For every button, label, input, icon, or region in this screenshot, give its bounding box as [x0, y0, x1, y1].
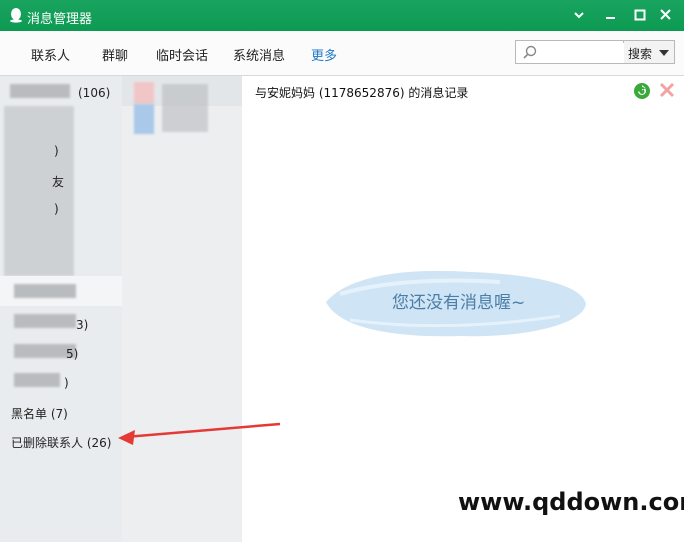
minimize-button[interactable] [602, 6, 620, 24]
contact-group[interactable]: ) [64, 376, 69, 390]
blurred-content [14, 284, 76, 298]
contact-group[interactable]: 友 [52, 173, 64, 190]
toolbar: 联系人 群聊 临时会话 系统消息 更多 搜索 [0, 31, 684, 76]
blurred-content [162, 84, 208, 132]
contact-group[interactable]: ) [54, 144, 59, 158]
contact-group[interactable]: 3) [76, 318, 88, 332]
message-record-panel: 与安妮妈妈 (1178652876) 的消息记录 您还没有消息喔~ [242, 76, 684, 542]
maximize-icon [634, 9, 646, 21]
close-button[interactable] [657, 6, 675, 24]
blurred-content [14, 373, 60, 387]
search-box[interactable] [515, 40, 624, 64]
minimize-icon [606, 17, 615, 19]
contact-group[interactable]: 5) [66, 347, 78, 361]
empty-message: 您还没有消息喔~ [392, 293, 526, 313]
watermark: www.qddown.com [458, 488, 684, 516]
dropdown-arrow-icon[interactable] [659, 50, 669, 56]
contact-group[interactable]: (106) [78, 86, 110, 100]
contact-group[interactable]: ) [54, 202, 59, 216]
blurred-content [14, 314, 76, 328]
avatar [134, 104, 154, 134]
blurred-content [10, 84, 70, 98]
refresh-icon[interactable] [633, 82, 651, 100]
window-title: 消息管理器 [27, 12, 93, 27]
search-icon [523, 45, 537, 59]
close-icon [660, 9, 671, 20]
qq-logo-icon [10, 8, 22, 23]
tab-group-chat[interactable]: 群聊 [102, 45, 128, 64]
tab-temp-chat[interactable]: 临时会话 [156, 45, 208, 64]
delete-icon[interactable] [659, 82, 675, 98]
maximize-button[interactable] [631, 6, 649, 24]
contact-group-blacklist[interactable]: 黑名单 (7) [11, 405, 68, 422]
chevron-down-icon [574, 12, 584, 19]
contact-group-list [0, 76, 122, 542]
tab-system-messages[interactable]: 系统消息 [233, 45, 285, 64]
tab-more[interactable]: 更多 [311, 45, 337, 64]
avatar [134, 82, 154, 104]
friend-list [122, 76, 242, 542]
title-bar: 消息管理器 [0, 0, 684, 31]
menu-dropdown-button[interactable] [570, 6, 588, 24]
search-button[interactable]: 搜索 [624, 40, 675, 64]
annotation-arrow [118, 422, 281, 445]
search-input[interactable] [540, 43, 624, 63]
contact-group-deleted[interactable]: 已删除联系人 (26) [11, 434, 111, 451]
search-button-label: 搜索 [628, 47, 653, 61]
record-title: 与安妮妈妈 (1178652876) 的消息记录 [255, 86, 469, 100]
tab-contacts[interactable]: 联系人 [31, 45, 70, 64]
blurred-content [4, 106, 74, 276]
